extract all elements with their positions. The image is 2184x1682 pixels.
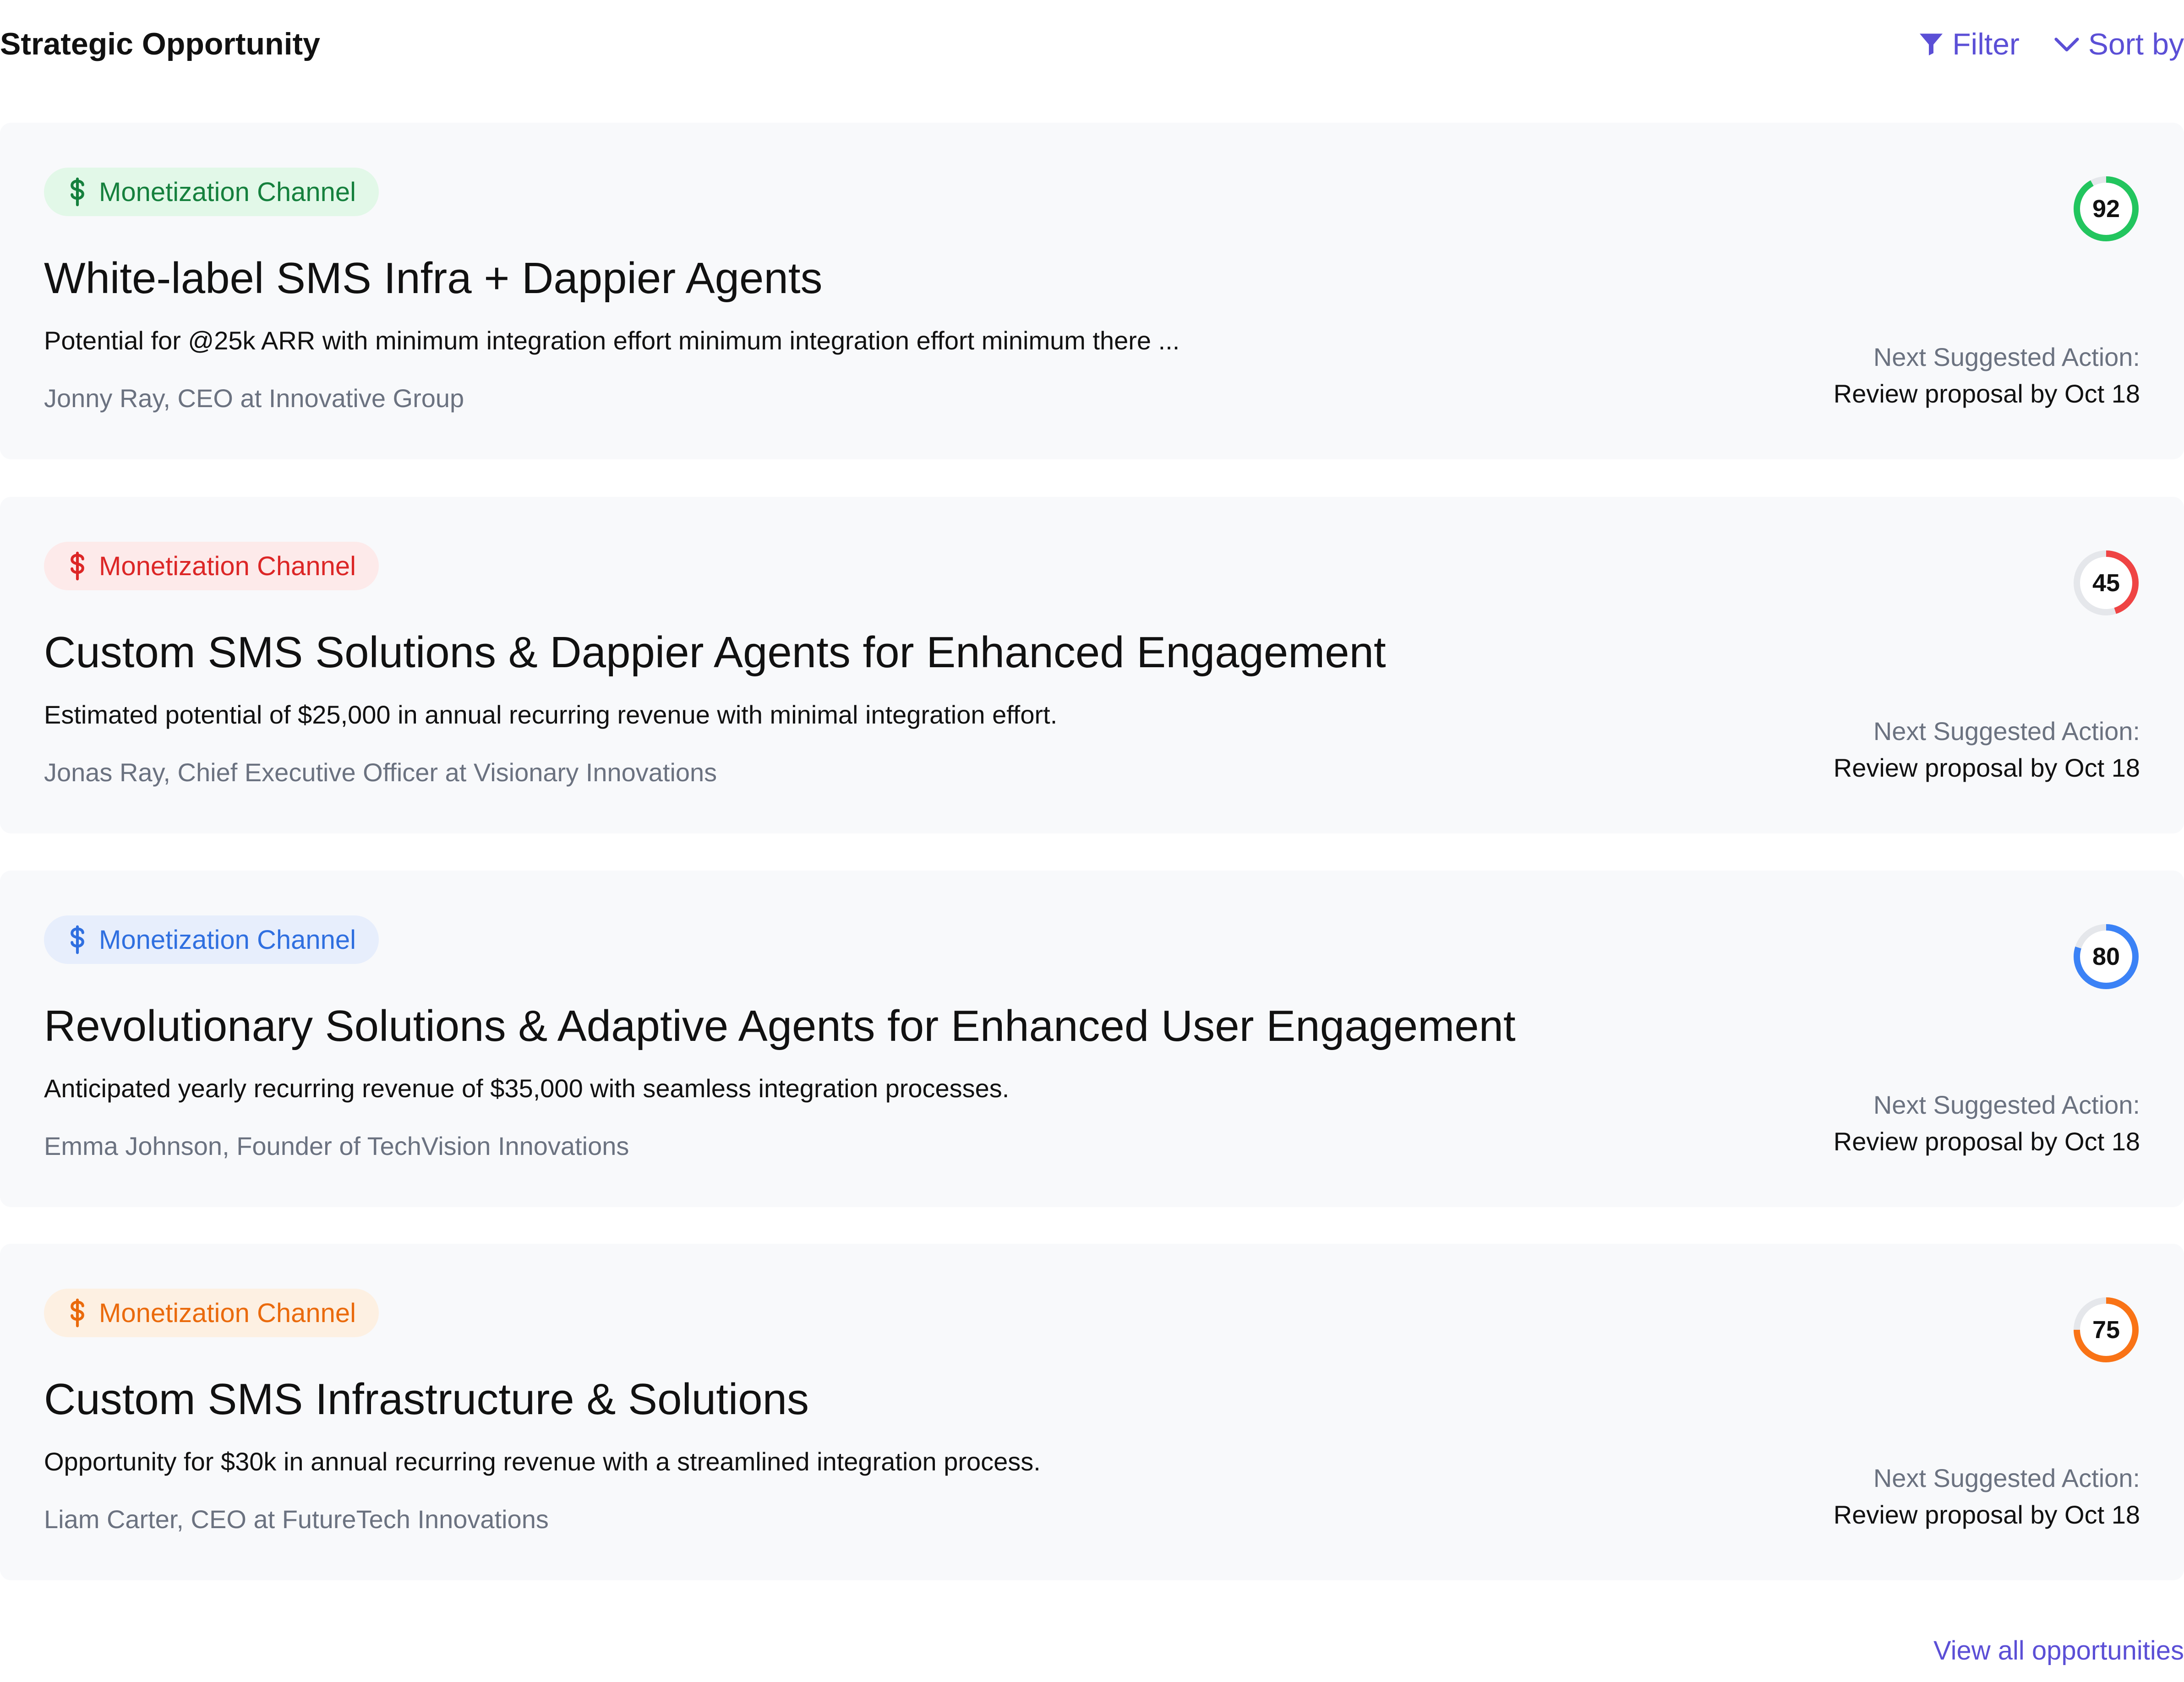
score-ring: 45 xyxy=(2070,547,2142,619)
opportunity-description: Opportunity for $30k in annual recurring… xyxy=(44,1447,1041,1476)
next-action-label: Next Suggested Action: xyxy=(1873,717,2140,746)
view-all-opportunities-link[interactable]: View all opportunities xyxy=(1933,1633,2184,1669)
contact-info: Jonny Ray, CEO at Innovative Group xyxy=(44,384,464,413)
opportunity-title[interactable]: Custom SMS Infrastructure & Solutions xyxy=(44,1372,809,1427)
opportunity-description: Anticipated yearly recurring revenue of … xyxy=(44,1074,1010,1103)
opportunity-card[interactable]: Monetization Channel Revolutionary Solut… xyxy=(0,871,2184,1207)
badge-label: Monetization Channel xyxy=(99,551,356,581)
dollar-icon xyxy=(71,551,84,581)
opportunity-title[interactable]: Revolutionary Solutions & Adaptive Agent… xyxy=(44,999,1516,1054)
next-action-label: Next Suggested Action: xyxy=(1873,1464,2140,1492)
contact-info: Liam Carter, CEO at FutureTech Innovatio… xyxy=(44,1505,549,1534)
opportunity-title[interactable]: Custom SMS Solutions & Dappier Agents fo… xyxy=(44,625,1386,680)
chevron-down-icon xyxy=(2054,38,2079,52)
opportunity-card[interactable]: Monetization Channel Custom SMS Infrastr… xyxy=(0,1244,2184,1580)
badge-label: Monetization Channel xyxy=(99,177,356,207)
contact-info: Emma Johnson, Founder of TechVision Inno… xyxy=(44,1132,629,1160)
category-badge: Monetization Channel xyxy=(44,542,379,590)
score-value: 75 xyxy=(2092,1316,2120,1344)
sort-button[interactable]: Sort by xyxy=(2053,27,2184,61)
category-badge: Monetization Channel xyxy=(44,1289,379,1337)
badge-label: Monetization Channel xyxy=(99,925,356,955)
panel-header: Strategic Opportunity Filter Sort by xyxy=(0,22,2184,66)
next-action-value: Review proposal by Oct 18 xyxy=(1833,1500,2140,1529)
toolbar: Filter Sort by xyxy=(1917,22,2184,66)
opportunity-description: Estimated potential of $25,000 in annual… xyxy=(44,700,1058,729)
opportunity-title[interactable]: White-label SMS Infra + Dappier Agents xyxy=(44,251,823,306)
sort-label: Sort by xyxy=(2088,27,2184,61)
score-value: 92 xyxy=(2092,195,2120,223)
contact-info: Jonas Ray, Chief Executive Officer at Vi… xyxy=(44,758,717,787)
dollar-icon xyxy=(71,925,84,954)
next-action-label: Next Suggested Action: xyxy=(1873,343,2140,371)
strategic-opportunity-panel: Strategic Opportunity Filter Sort by Mon… xyxy=(0,0,2184,1682)
next-action-label: Next Suggested Action: xyxy=(1873,1090,2140,1119)
badge-label: Monetization Channel xyxy=(99,1298,356,1328)
category-badge: Monetization Channel xyxy=(44,168,379,216)
dollar-icon xyxy=(71,1298,84,1328)
score-ring: 80 xyxy=(2070,921,2142,992)
opportunity-card[interactable]: Monetization Channel White-label SMS Inf… xyxy=(0,123,2184,459)
score-ring: 75 xyxy=(2070,1294,2142,1366)
opportunity-description: Potential for @25k ARR with minimum inte… xyxy=(44,326,1180,355)
score-value: 80 xyxy=(2092,943,2120,970)
dollar-icon xyxy=(71,177,84,207)
next-action-value: Review proposal by Oct 18 xyxy=(1833,379,2140,408)
score-ring: 92 xyxy=(2070,173,2142,245)
next-action-value: Review proposal by Oct 18 xyxy=(1833,753,2140,782)
page-title: Strategic Opportunity xyxy=(0,27,320,61)
category-badge: Monetization Channel xyxy=(44,915,379,964)
filter-icon xyxy=(1920,33,1943,55)
filter-button[interactable]: Filter xyxy=(1917,27,2020,61)
next-action-value: Review proposal by Oct 18 xyxy=(1833,1127,2140,1156)
opportunity-card[interactable]: Monetization Channel Custom SMS Solution… xyxy=(0,497,2184,833)
score-value: 45 xyxy=(2092,569,2120,597)
filter-label: Filter xyxy=(1952,27,2020,61)
